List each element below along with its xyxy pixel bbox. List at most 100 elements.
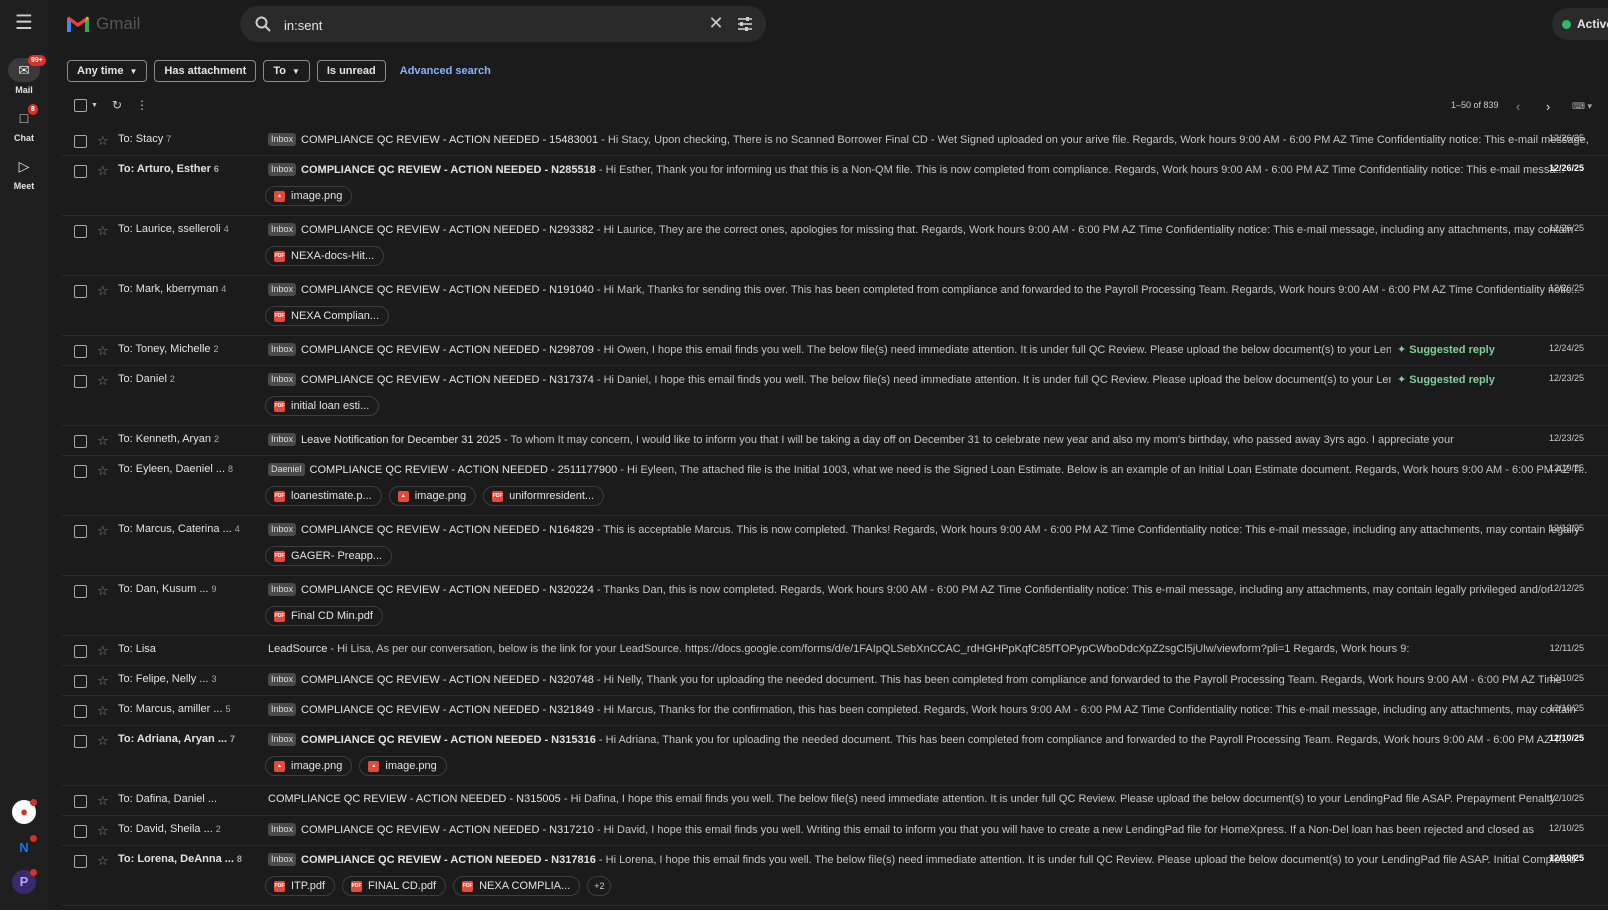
label-badge[interactable]: Inbox xyxy=(268,703,297,716)
search-icon[interactable] xyxy=(254,15,272,33)
row-checkbox[interactable] xyxy=(74,825,87,838)
attachment-chip[interactable]: ▲ image.png xyxy=(388,486,477,506)
star-icon[interactable]: ☆ xyxy=(97,583,109,599)
star-icon[interactable]: ☆ xyxy=(97,853,109,869)
star-icon[interactable]: ☆ xyxy=(97,373,109,389)
attachment-chip[interactable]: PDF ITP.pdf xyxy=(265,876,336,896)
star-icon[interactable]: ☆ xyxy=(97,433,109,449)
email-row[interactable]: ☆ To: Stacy 7 Inbox COMPLIANCE QC REVIEW - A… xyxy=(62,126,1608,156)
label-badge[interactable]: Inbox xyxy=(268,823,297,836)
row-checkbox[interactable] xyxy=(74,585,87,598)
label-badge[interactable]: Inbox xyxy=(268,673,297,686)
select-all-dropdown[interactable]: ▼ xyxy=(74,98,98,112)
filter-is-unread[interactable]: Is unread xyxy=(316,60,386,82)
email-row[interactable]: ☆ To: Lorena, DeAnna ... 8 Inbox COMPLIANCE … xyxy=(62,846,1608,906)
select-all-checkbox[interactable] xyxy=(74,98,87,112)
attachment-chip[interactable]: PDF Final CD Min.pdf xyxy=(265,606,383,626)
star-icon[interactable]: ☆ xyxy=(97,463,109,479)
star-icon[interactable]: ☆ xyxy=(97,343,109,359)
row-checkbox[interactable] xyxy=(74,285,87,298)
label-badge[interactable]: Inbox xyxy=(268,853,297,866)
attachment-chip[interactable]: ▲ image.png xyxy=(265,186,353,206)
label-badge[interactable]: Inbox xyxy=(268,523,297,536)
email-row[interactable]: ☆ To: Arturo, Esther 6 Inbox COMPLIANCE QC R… xyxy=(62,156,1608,216)
star-icon[interactable]: ☆ xyxy=(97,283,109,299)
rail-item-mail[interactable]: ✉ 99+ Mail xyxy=(0,55,48,95)
rail-item-meet[interactable]: ▷ Meet xyxy=(0,154,48,191)
row-checkbox[interactable] xyxy=(74,375,87,388)
row-checkbox[interactable] xyxy=(74,705,87,718)
email-row[interactable]: ☆ To: Mark, kberryman 4 Inbox COMPLIANCE QC … xyxy=(62,276,1608,336)
previous-page-icon[interactable]: ‹ xyxy=(1516,99,1520,114)
star-icon[interactable]: ☆ xyxy=(97,673,109,689)
label-badge[interactable]: Inbox xyxy=(268,133,297,146)
search-options-icon[interactable] xyxy=(736,15,754,33)
star-icon[interactable]: ☆ xyxy=(97,163,109,179)
filter-any-time[interactable]: Any time ▼ xyxy=(67,60,148,82)
label-badge[interactable]: Inbox xyxy=(268,373,297,386)
label-badge[interactable]: Inbox xyxy=(268,733,297,746)
row-checkbox[interactable] xyxy=(74,165,87,178)
email-row[interactable]: ☆ To: Felipe, Nelly ... 3 Inbox COMPLIANCE Q… xyxy=(62,666,1608,696)
row-checkbox[interactable] xyxy=(74,135,87,148)
email-row[interactable]: ☆ To: Toney, Michelle 2 Inbox COMPLIANCE QC … xyxy=(62,336,1608,366)
star-icon[interactable]: ☆ xyxy=(97,643,109,659)
row-checkbox[interactable] xyxy=(74,525,87,538)
row-checkbox[interactable] xyxy=(74,735,87,748)
attachment-chip[interactable]: PDF FINAL CD.pdf xyxy=(342,876,447,896)
next-page-icon[interactable]: › xyxy=(1546,99,1550,114)
email-row[interactable]: ☆ To: Daniel 2 Inbox COMPLIANCE QC REVIEW - … xyxy=(62,366,1608,426)
attachment-chip[interactable]: PDF initial loan esti... xyxy=(265,396,380,416)
suggested-reply-button[interactable]: ✦ Suggested reply xyxy=(1391,343,1495,356)
label-badge[interactable]: Inbox xyxy=(268,583,297,596)
row-checkbox[interactable] xyxy=(74,855,87,868)
attachment-chip[interactable]: PDF GAGER- Preapp... xyxy=(265,546,393,566)
more-attachments-badge[interactable]: +2 xyxy=(587,876,612,896)
more-options-icon[interactable]: ⋮ xyxy=(136,98,148,112)
email-row[interactable]: ☆ To: Kenneth, Aryan 2 Inbox Leave Notificat… xyxy=(62,426,1608,456)
email-row[interactable]: ☆ To: Laurice, sselleroli 4 Inbox COMPLIANCE… xyxy=(62,216,1608,276)
attachment-chip[interactable]: ▲ image.png xyxy=(359,756,447,776)
app-avatar-n[interactable]: N xyxy=(12,835,37,860)
label-badge[interactable]: Inbox xyxy=(268,163,297,176)
attachment-chip[interactable]: PDF NEXA COMPLIA... xyxy=(453,876,581,896)
email-row[interactable]: ☆ To: Marcus, amiller ... 5 Inbox COMPLIANCE… xyxy=(62,696,1608,726)
email-row[interactable]: ☆ To: David, Sheila ... 2 Inbox COMPLIANCE Q… xyxy=(62,816,1608,846)
attachment-chip[interactable]: PDF uniformresident... xyxy=(483,486,605,506)
input-tools-icon[interactable]: ⌨ ▾ xyxy=(1572,101,1592,112)
advanced-search-link[interactable]: Advanced search xyxy=(400,65,491,77)
star-icon[interactable]: ☆ xyxy=(97,703,109,719)
label-badge[interactable]: Inbox xyxy=(268,283,297,296)
email-row[interactable]: ☆ To: Dan, Kusum ... 9 Inbox COMPLIANCE QC R… xyxy=(62,576,1608,636)
star-icon[interactable]: ☆ xyxy=(97,133,109,149)
gmail-logo[interactable]: Gmail xyxy=(66,12,140,36)
refresh-icon[interactable]: ↻ xyxy=(112,98,122,112)
attachment-chip[interactable]: ▲ image.png xyxy=(265,756,353,776)
star-icon[interactable]: ☆ xyxy=(97,823,109,839)
row-checkbox[interactable] xyxy=(74,225,87,238)
search-input[interactable] xyxy=(282,14,686,36)
star-icon[interactable]: ☆ xyxy=(97,733,109,749)
email-row[interactable]: ☆ To: Eyleen, Daeniel ... 8 Daeniel COMPLIAN… xyxy=(62,456,1608,516)
app-avatar-p[interactable]: P xyxy=(12,869,37,894)
email-row[interactable]: ☆ To: Dafina, Daniel ... COMPLIANCE QC REV… xyxy=(62,786,1608,816)
suggested-reply-button[interactable]: ✦ Suggested reply xyxy=(1391,373,1495,386)
star-icon[interactable]: ☆ xyxy=(97,223,109,239)
row-checkbox[interactable] xyxy=(74,345,87,358)
email-row[interactable]: ☆ To: Lisa LeadSource - Hi Lisa, As per ou… xyxy=(62,636,1608,666)
filter-to[interactable]: To ▼ xyxy=(263,60,310,82)
row-checkbox[interactable] xyxy=(74,435,87,448)
label-badge[interactable]: Inbox xyxy=(268,223,297,236)
label-badge[interactable]: Inbox xyxy=(268,433,297,446)
app-icon-red[interactable]: ● xyxy=(12,799,37,824)
filter-has-attachment[interactable]: Has attachment xyxy=(154,60,257,82)
rail-item-chat[interactable]: □ 8 Chat xyxy=(0,104,48,143)
email-row[interactable]: ☆ To: Adriana, Aryan ... 7 Inbox COMPLIANCE … xyxy=(62,726,1608,786)
star-icon[interactable]: ☆ xyxy=(97,793,109,809)
status-button[interactable]: Active xyxy=(1552,8,1608,40)
row-checkbox[interactable] xyxy=(74,645,87,658)
main-menu-icon[interactable]: ☰ xyxy=(12,12,36,36)
row-checkbox[interactable] xyxy=(74,675,87,688)
attachment-chip[interactable]: PDF NEXA-docs-Hit... xyxy=(265,246,385,266)
clear-search-icon[interactable]: ✕ xyxy=(705,12,727,34)
